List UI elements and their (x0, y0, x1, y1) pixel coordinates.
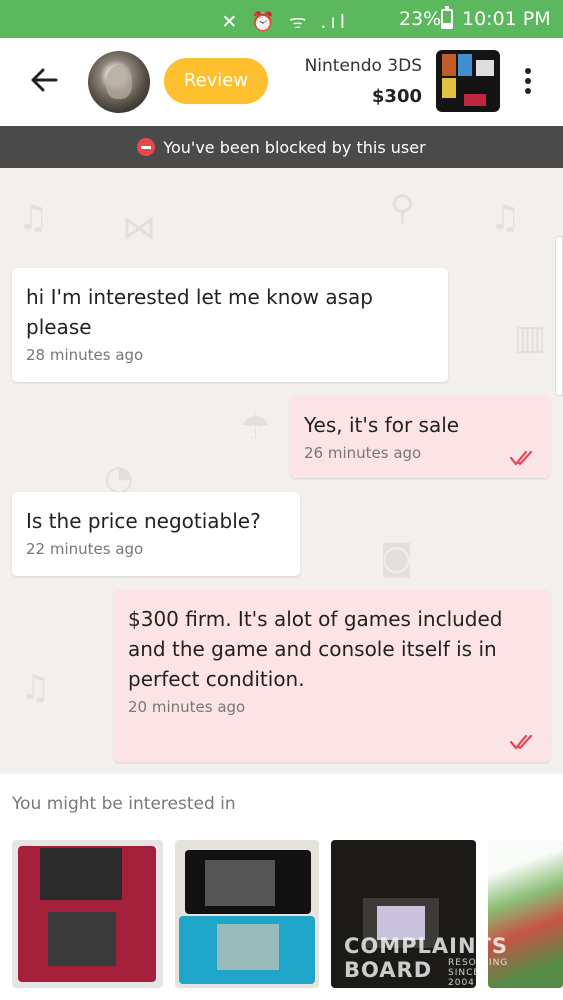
suggestions-panel: You might be interested in (0, 774, 563, 1000)
message-text: Yes, it's for sale (304, 413, 460, 437)
status-bar: ✕ ⏰ ᯤ .ıl 23% 10:01 PM (0, 0, 563, 38)
product-thumbnail[interactable] (436, 50, 500, 112)
suggestion-card[interactable] (331, 840, 476, 988)
read-ticks-icon (510, 450, 533, 466)
review-button[interactable]: Review (164, 58, 268, 104)
status-icons: ✕ ⏰ ᯤ .ıl (221, 11, 349, 33)
arrow-left-icon[interactable] (28, 64, 60, 96)
bicycle-doodle-icon: ⚲ (390, 188, 415, 228)
suggestion-card[interactable] (175, 840, 319, 988)
message-received[interactable]: hi I'm interested let me know asap pleas… (12, 268, 448, 382)
suggestion-card[interactable] (12, 840, 163, 988)
message-time: 20 minutes ago (128, 698, 246, 716)
trumpet-doodle-icon: ♫ (20, 668, 51, 708)
status-time: 10:01 PM (462, 8, 551, 30)
message-text: Is the price negotiable? (26, 509, 261, 533)
blocked-banner: You've been blocked by this user (0, 126, 563, 168)
battery-icon (441, 6, 453, 29)
suggestion-card[interactable] (488, 840, 563, 988)
message-time: 26 minutes ago (304, 444, 422, 462)
blocked-text: You've been blocked by this user (163, 137, 426, 157)
message-text: hi I'm interested let me know asap pleas… (26, 285, 373, 339)
bowtie-doodle-icon: ⋈ (122, 208, 156, 248)
chat-area[interactable]: ♫ ⋈ ⚲ ♫ ☂ ◔ ◙ ♫ ▥ hi I'm interested let … (0, 168, 563, 774)
shorts-doodle-icon: ▥ (514, 318, 547, 358)
message-time: 22 minutes ago (26, 540, 144, 558)
camera-doodle-icon: ◙ (380, 538, 413, 578)
message-sent[interactable]: $300 firm. It's alot of games included a… (114, 590, 550, 762)
product-title[interactable]: Nintendo 3DS (305, 56, 422, 76)
product-price: $300 (371, 86, 422, 107)
message-sent[interactable]: Yes, it's for sale 26 minutes ago (290, 396, 550, 478)
trumpet-doodle-icon: ♫ (490, 198, 521, 238)
scroll-handle[interactable] (555, 236, 563, 396)
battery-fill (443, 23, 451, 27)
message-text: $300 firm. It's alot of games included a… (128, 607, 503, 691)
trumpet-doodle-icon: ♫ (18, 198, 49, 238)
more-vertical-icon[interactable] (518, 68, 538, 98)
blocked-icon (137, 138, 156, 156)
battery-percent: 23% (399, 8, 442, 30)
message-received[interactable]: Is the price negotiable? 22 minutes ago (12, 492, 300, 576)
suggestions-label: You might be interested in (12, 794, 236, 814)
read-ticks-icon (510, 734, 533, 750)
chat-header: Review Nintendo 3DS $300 (0, 38, 563, 126)
umbrella-doodle-icon: ☂ (240, 408, 271, 448)
avatar[interactable] (88, 51, 150, 113)
message-time: 28 minutes ago (26, 346, 144, 364)
